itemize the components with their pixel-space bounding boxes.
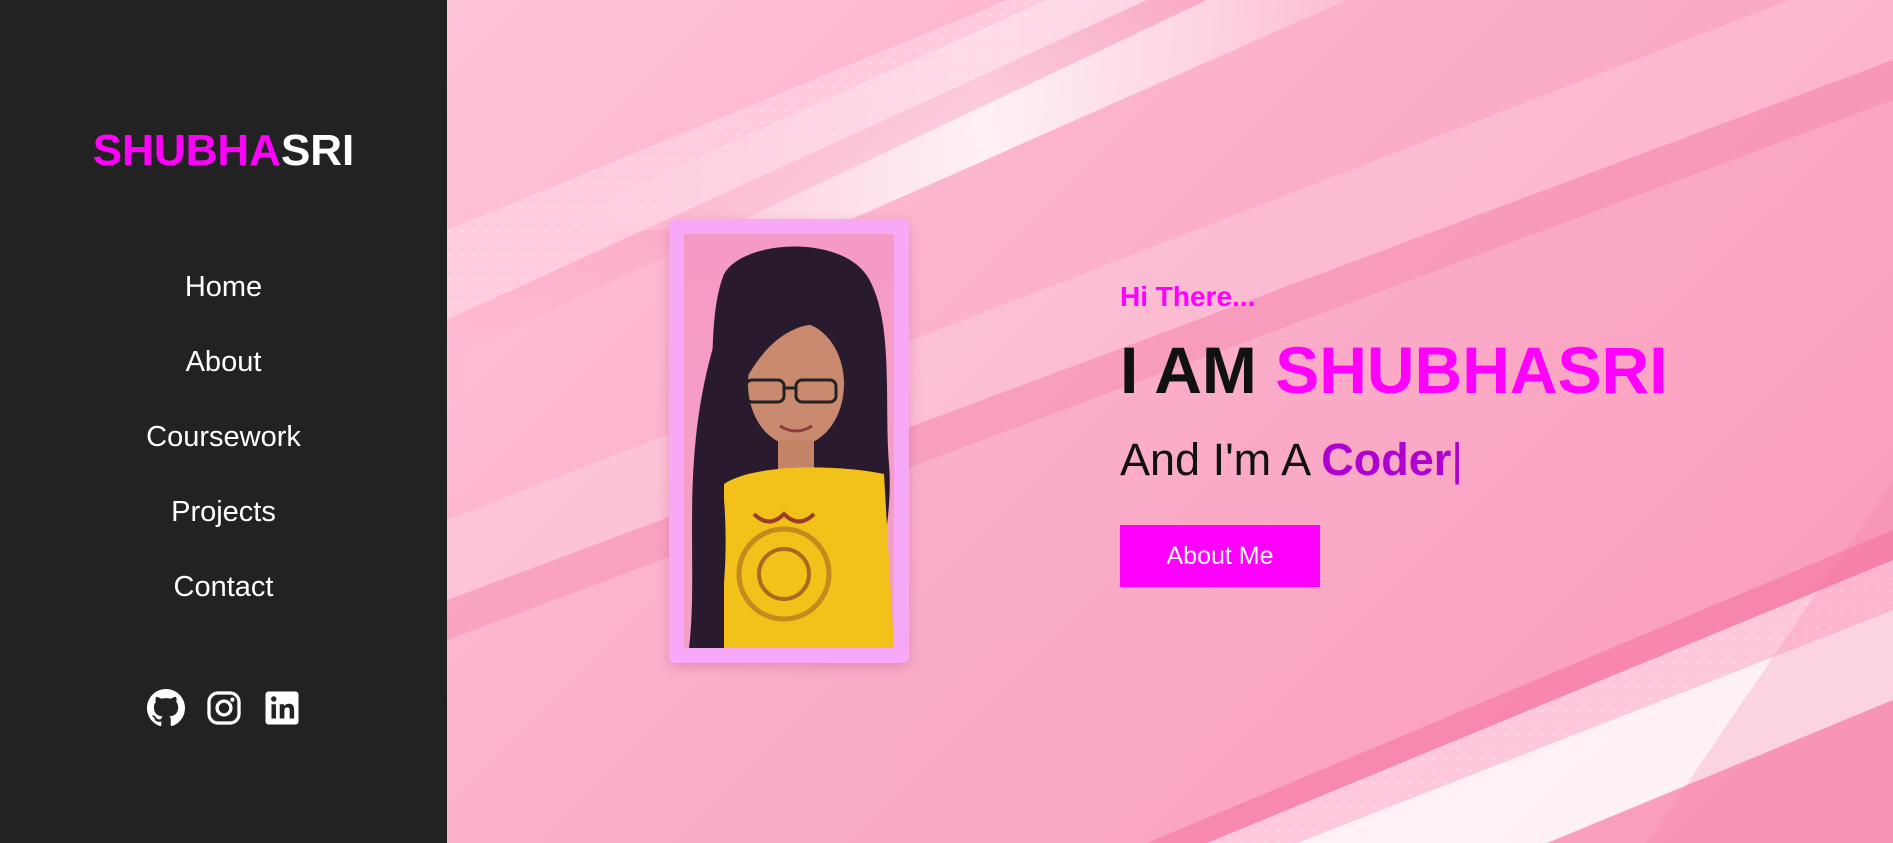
social-links xyxy=(0,688,447,728)
subline-prefix: And I'm A xyxy=(1120,434,1322,485)
page: SHUBHASRI Home About Coursework Projects… xyxy=(0,0,1893,843)
hero-background xyxy=(447,0,1893,843)
nav-link-home[interactable]: Home xyxy=(185,262,262,312)
nav-link-projects[interactable]: Projects xyxy=(171,487,276,537)
sidebar: SHUBHASRI Home About Coursework Projects… xyxy=(0,0,447,843)
typed-role: Coder xyxy=(1321,434,1452,485)
nav-item-projects: Projects xyxy=(0,487,447,562)
hero-subline: And I'm A Coder| xyxy=(1120,432,1463,488)
hero-section: Hi There... I AM SHUBHASRI And I'm A Cod… xyxy=(447,0,1893,843)
nav-item-contact: Contact xyxy=(0,562,447,637)
nav-menu: Home About Coursework Projects Contact xyxy=(0,262,447,637)
typing-cursor: | xyxy=(1451,434,1463,485)
logo-part-1: SHUBHA xyxy=(92,126,281,175)
instagram-icon[interactable] xyxy=(204,688,244,728)
nav-link-contact[interactable]: Contact xyxy=(174,562,274,612)
nav-item-home: Home xyxy=(0,262,447,337)
nav-item-coursework: Coursework xyxy=(0,412,447,487)
hero-headline: I AM SHUBHASRI xyxy=(1120,330,1668,410)
profile-photo xyxy=(684,234,894,648)
nav-link-coursework[interactable]: Coursework xyxy=(146,412,301,462)
github-icon[interactable] xyxy=(146,688,186,728)
site-logo[interactable]: SHUBHASRI xyxy=(0,124,447,178)
about-me-button[interactable]: About Me xyxy=(1120,525,1320,587)
logo-part-2: SRI xyxy=(280,126,355,175)
linkedin-icon[interactable] xyxy=(262,688,302,728)
nav-link-about[interactable]: About xyxy=(186,337,262,387)
headline-prefix: I AM xyxy=(1120,333,1276,407)
nav-item-about: About xyxy=(0,337,447,412)
hero-greeting: Hi There... xyxy=(1120,281,1256,312)
profile-photo-frame xyxy=(669,219,909,663)
headline-name: SHUBHASRI xyxy=(1275,333,1668,407)
